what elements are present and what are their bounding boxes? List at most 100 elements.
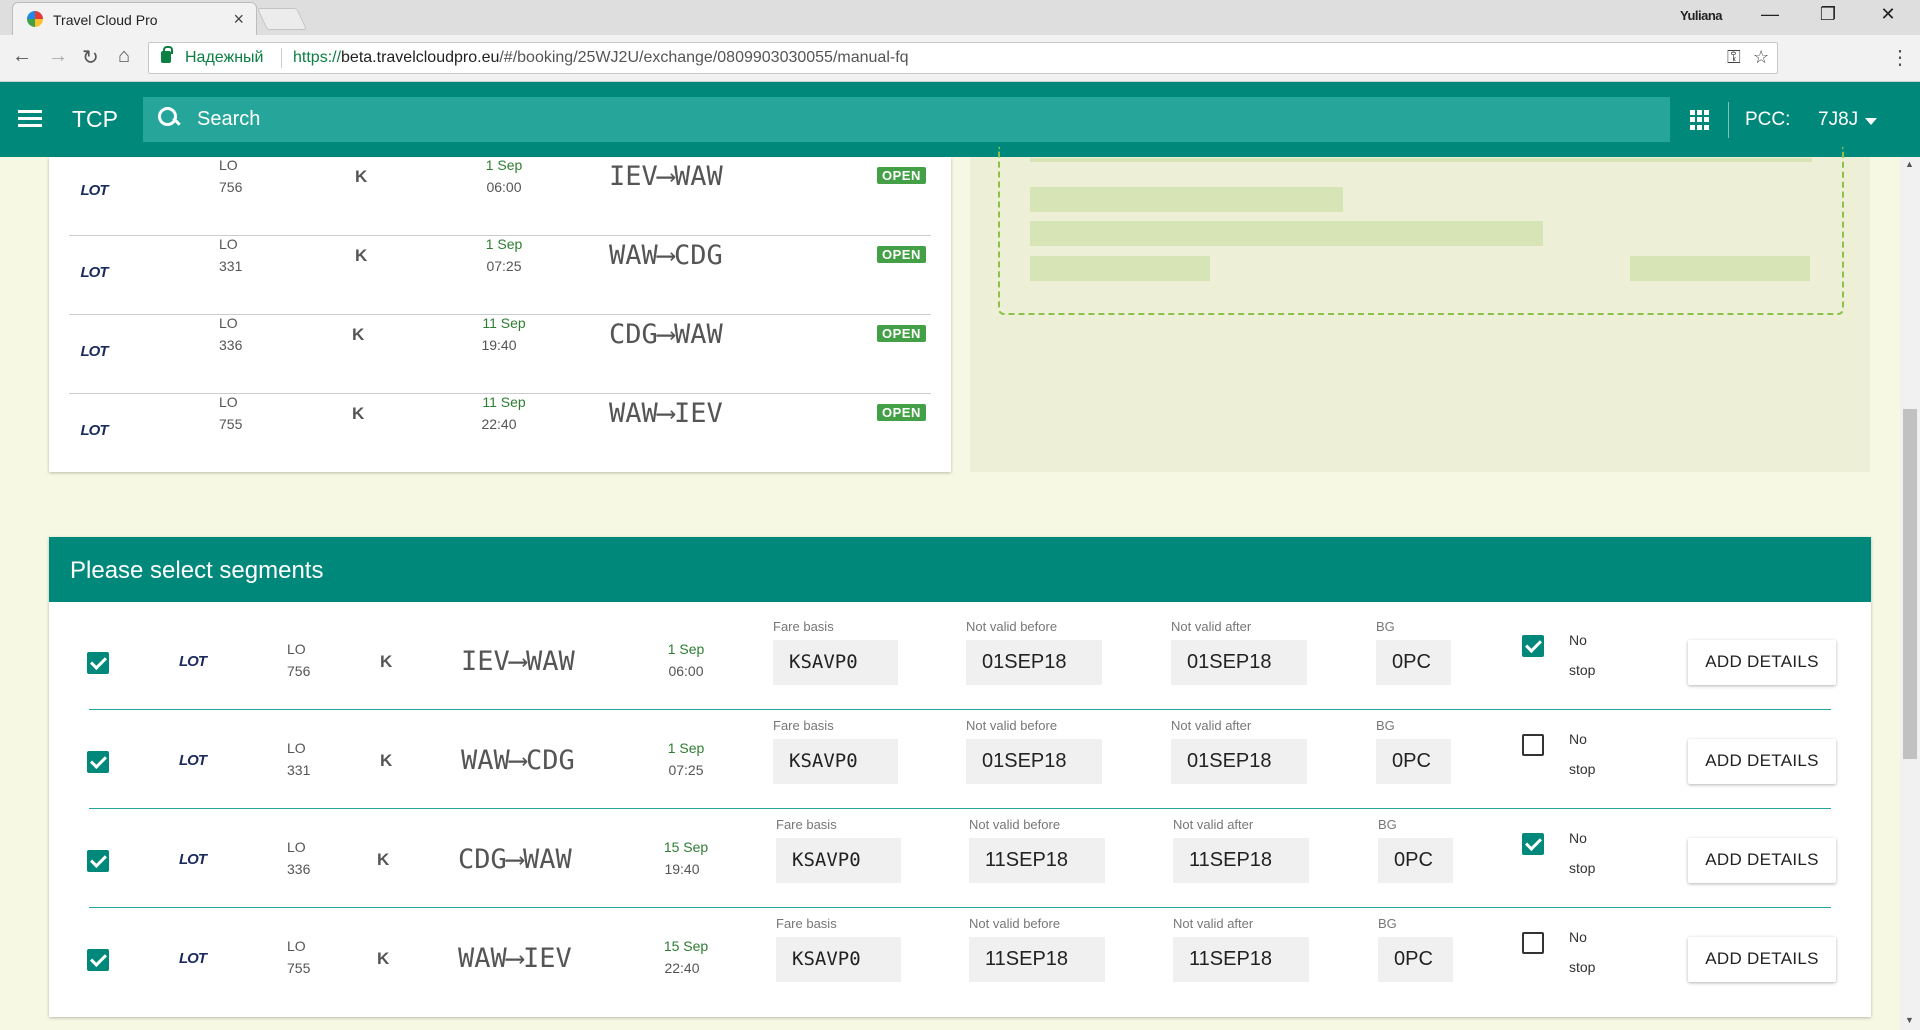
fare-basis-field[interactable]: KSAVP0 bbox=[776, 838, 901, 883]
fare-basis-field[interactable]: KSAVP0 bbox=[773, 739, 898, 784]
omnibox-divider bbox=[281, 48, 282, 68]
not-valid-before-field[interactable]: 01SEP18 bbox=[966, 640, 1102, 685]
flight-number: 755 bbox=[219, 416, 243, 432]
favicon-icon bbox=[27, 11, 43, 27]
url-path: /#/booking/25WJ2U/exchange/0809903030055… bbox=[499, 49, 909, 66]
bookmark-star-icon[interactable]: ☆ bbox=[1753, 47, 1769, 68]
segment-checkbox[interactable] bbox=[87, 751, 109, 773]
flight-row: LOT LO 331 K 1 Sep 07:25 WAW⟶CDG OPEN bbox=[69, 236, 931, 315]
booking-class: K bbox=[377, 949, 390, 968]
not-valid-after-label: Not valid after bbox=[1171, 718, 1252, 733]
panel-title: Please select segments bbox=[70, 557, 324, 584]
address-bar[interactable]: Надежный https://beta.travelcloudpro.eu/… bbox=[148, 42, 1778, 74]
flight-number: 756 bbox=[219, 179, 243, 195]
no-stop-label: stop bbox=[1569, 662, 1596, 678]
url-text[interactable]: https://beta.travelcloudpro.eu/#/booking… bbox=[293, 49, 909, 67]
no-stop-checkbox[interactable] bbox=[1522, 635, 1544, 657]
browser-tab[interactable]: Travel Cloud Pro × bbox=[12, 2, 257, 35]
url-scheme: https:// bbox=[293, 49, 342, 66]
segment-time: 07:25 bbox=[668, 762, 704, 778]
airline-logo: LOT bbox=[179, 653, 207, 670]
fare-basis-label: Fare basis bbox=[776, 817, 837, 832]
placeholder-bar bbox=[1030, 187, 1343, 212]
not-valid-after-field[interactable]: 11SEP18 bbox=[1173, 838, 1309, 883]
booking-class: K bbox=[352, 404, 365, 423]
add-details-button[interactable]: ADD DETAILS bbox=[1688, 937, 1836, 982]
pcc-value[interactable]: 7J8J bbox=[1818, 109, 1858, 131]
no-stop-label: stop bbox=[1569, 959, 1596, 975]
flight-date: 1 Sep bbox=[485, 236, 523, 252]
tab-close-icon[interactable]: × bbox=[233, 9, 244, 30]
airline-logo: LOT bbox=[80, 182, 109, 199]
segment-checkbox[interactable] bbox=[87, 850, 109, 872]
scroll-up-icon[interactable]: ▲ bbox=[1905, 159, 1914, 169]
booking-class: K bbox=[380, 751, 393, 770]
search-bar[interactable]: Search bbox=[143, 97, 1670, 142]
no-stop-label: stop bbox=[1569, 860, 1596, 876]
scrollbar-thumb[interactable] bbox=[1903, 409, 1917, 759]
not-valid-before-field[interactable]: 11SEP18 bbox=[969, 937, 1105, 982]
bg-field[interactable]: 0PC bbox=[1376, 739, 1451, 784]
brand-title[interactable]: TCP bbox=[72, 106, 118, 133]
key-icon[interactable]: ⚿ bbox=[1727, 47, 1741, 68]
minimize-button[interactable]: — bbox=[1750, 4, 1790, 25]
placeholder-bar bbox=[1030, 158, 1812, 162]
flight-time: 07:25 bbox=[486, 258, 522, 274]
not-valid-after-label: Not valid after bbox=[1171, 619, 1252, 634]
lock-icon bbox=[161, 46, 173, 63]
home-icon[interactable]: ⌂ bbox=[118, 45, 130, 68]
add-details-button[interactable]: ADD DETAILS bbox=[1688, 640, 1836, 685]
no-stop-checkbox[interactable] bbox=[1522, 932, 1544, 954]
bg-label: BG bbox=[1378, 916, 1397, 931]
not-valid-after-field[interactable]: 01SEP18 bbox=[1171, 640, 1307, 685]
bg-field[interactable]: 0PC bbox=[1378, 838, 1453, 883]
not-valid-before-field[interactable]: 11SEP18 bbox=[969, 838, 1105, 883]
flight-route: WAW⟶IEV bbox=[609, 398, 723, 429]
pcc-dropdown-icon[interactable] bbox=[1865, 118, 1877, 125]
forward-icon[interactable]: → bbox=[48, 45, 68, 68]
not-valid-before-label: Not valid before bbox=[969, 916, 1061, 931]
no-stop-checkbox[interactable] bbox=[1522, 833, 1544, 855]
segment-route: WAW⟶IEV bbox=[458, 943, 572, 974]
no-stop-label: No bbox=[1569, 731, 1587, 747]
segment-row: LOT LO 755 K WAW⟶IEV 15 Sep 22:40 Fare b… bbox=[49, 908, 1871, 1007]
flight-number: 336 bbox=[287, 861, 311, 877]
profile-name[interactable]: Yuliana bbox=[1680, 8, 1723, 23]
bg-field[interactable]: 0PC bbox=[1376, 640, 1451, 685]
browser-tabbar: Travel Cloud Pro × Yuliana — ❐ ✕ bbox=[0, 0, 1920, 35]
scroll-down-icon[interactable]: ▼ bbox=[1905, 1015, 1914, 1025]
restore-button[interactable]: ❐ bbox=[1808, 4, 1848, 25]
flight-time: 06:00 bbox=[486, 179, 522, 195]
fare-basis-field[interactable]: KSAVP0 bbox=[773, 640, 898, 685]
close-window-button[interactable]: ✕ bbox=[1868, 4, 1908, 25]
browser-menu-icon[interactable]: ⋮ bbox=[1890, 45, 1910, 70]
not-valid-before-field[interactable]: 01SEP18 bbox=[966, 739, 1102, 784]
not-valid-after-field[interactable]: 11SEP18 bbox=[1173, 937, 1309, 982]
menu-icon[interactable] bbox=[18, 110, 42, 128]
airline-logo: LOT bbox=[80, 264, 109, 281]
select-segments-panel: Please select segments LOT LO 756 K IEV⟶… bbox=[49, 537, 1871, 1017]
segment-checkbox[interactable] bbox=[87, 949, 109, 971]
add-details-button[interactable]: ADD DETAILS bbox=[1688, 739, 1836, 784]
apps-grid-icon[interactable] bbox=[1690, 110, 1710, 130]
bg-label: BG bbox=[1376, 718, 1395, 733]
add-details-button[interactable]: ADD DETAILS bbox=[1688, 838, 1836, 883]
flight-number: 336 bbox=[219, 337, 243, 353]
url-host: beta.travelcloudpro.eu bbox=[341, 49, 500, 66]
carrier-code: LO bbox=[219, 315, 238, 331]
segment-date: 1 Sep bbox=[667, 740, 705, 756]
segment-time: 19:40 bbox=[664, 861, 700, 877]
search-placeholder: Search bbox=[197, 108, 261, 130]
flight-date: 1 Sep bbox=[485, 157, 523, 173]
reload-icon[interactable]: ↻ bbox=[82, 45, 99, 70]
no-stop-label: stop bbox=[1569, 761, 1596, 777]
bg-field[interactable]: 0PC bbox=[1378, 937, 1453, 982]
not-valid-after-field[interactable]: 01SEP18 bbox=[1171, 739, 1307, 784]
back-icon[interactable]: ← bbox=[12, 45, 32, 68]
new-tab-button[interactable] bbox=[256, 8, 308, 30]
fare-basis-field[interactable]: KSAVP0 bbox=[776, 937, 901, 982]
not-valid-before-label: Not valid before bbox=[969, 817, 1061, 832]
segment-checkbox[interactable] bbox=[87, 652, 109, 674]
no-stop-checkbox[interactable] bbox=[1522, 734, 1544, 756]
page-scrollbar[interactable]: ▲ ▼ bbox=[1900, 157, 1920, 1030]
